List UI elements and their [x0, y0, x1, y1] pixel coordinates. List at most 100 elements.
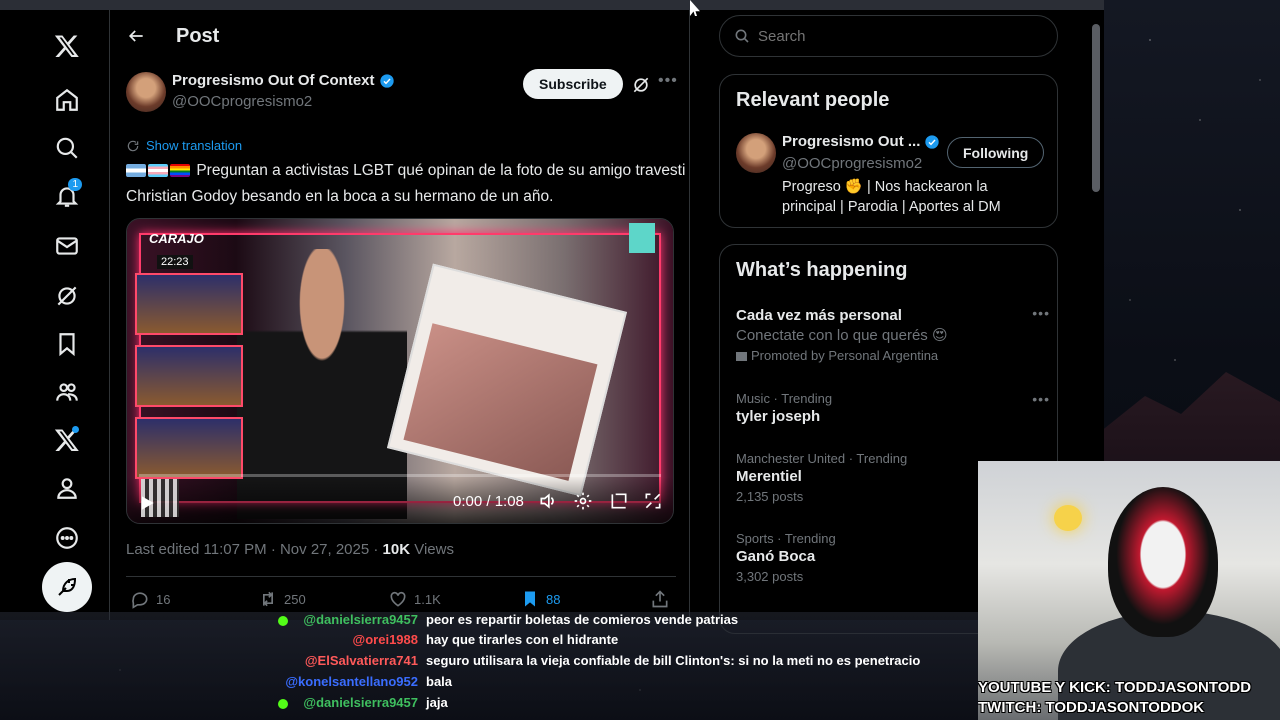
- post-column: Post Progresismo Out Of Context @OOCprog…: [110, 10, 690, 620]
- post-meta: Last edited 11:07 PM · Nov 27, 2025 · 10…: [126, 541, 454, 558]
- chat-username: @danielsierra9457: [303, 612, 418, 627]
- kick-badge-icon: [278, 616, 288, 626]
- show-translation-label: Show translation: [146, 138, 243, 153]
- subscribe-button[interactable]: Subscribe: [523, 69, 623, 99]
- more-dots-icon[interactable]: •••: [1032, 305, 1050, 321]
- video-progress-bar[interactable]: [139, 474, 661, 477]
- more-dots-icon[interactable]: •••: [1032, 391, 1050, 407]
- author-name-text: Progresismo Out Of Context: [172, 72, 375, 89]
- fullscreen-icon[interactable]: [643, 491, 663, 511]
- compose-post-button[interactable]: [42, 562, 92, 612]
- whats-happening-title: What’s happening: [736, 259, 908, 281]
- relevant-person-name[interactable]: Progresismo Out ...: [782, 133, 940, 150]
- back-arrow-icon[interactable]: [126, 26, 146, 46]
- explore-search-icon[interactable]: [42, 128, 92, 168]
- bookmark-filled-icon: [525, 591, 535, 607]
- flag-emojis: [126, 161, 192, 185]
- reply-button[interactable]: 16: [130, 589, 170, 609]
- pip-icon[interactable]: [609, 491, 629, 511]
- more-dots-icon[interactable]: •••: [658, 72, 678, 90]
- communities-icon[interactable]: [42, 372, 92, 412]
- premium-dot-indicator: [72, 426, 79, 433]
- settings-gear-icon[interactable]: [573, 491, 593, 511]
- video-watermark-logo: [629, 223, 655, 253]
- trend-name: tyler joseph: [736, 408, 821, 425]
- trend-category: Music · Trending: [736, 391, 833, 406]
- repost-icon: [263, 591, 273, 607]
- grok-icon[interactable]: [42, 276, 92, 316]
- video-brand-label: CARAJO: [149, 231, 204, 246]
- x-logo-icon[interactable]: [42, 26, 92, 66]
- notifications-bell-icon[interactable]: 1: [42, 176, 92, 216]
- chat-message: @orei1988 hay que tirarles con el hidran…: [0, 632, 978, 652]
- post-text: Preguntan a activistas LGBT qué opinan d…: [126, 159, 686, 209]
- messages-envelope-icon[interactable]: [42, 226, 92, 266]
- relevant-person-bio: Progreso ✊ | Nos hackearon la principal …: [782, 177, 1042, 217]
- author-name[interactable]: Progresismo Out Of Context: [172, 72, 395, 89]
- ad-icon: [736, 352, 747, 361]
- promo-subtitle: Conectate con lo que querés 😍: [736, 327, 948, 344]
- post-header: Post: [110, 10, 689, 62]
- page-title: Post: [176, 24, 220, 47]
- chat-text: jaja: [426, 695, 448, 710]
- show-translation-link[interactable]: Show translation: [126, 138, 242, 153]
- video-clock-label: 22:23: [157, 255, 193, 269]
- post-timestamp[interactable]: Last edited 11:07 PM · Nov 27, 2025 ·: [126, 541, 383, 558]
- more-options-icon[interactable]: [42, 518, 92, 558]
- streamer-webcam: YOUTUBE Y KICK: TODDJASONTODD TWITCH: TO…: [978, 461, 1280, 720]
- profile-icon[interactable]: [42, 468, 92, 508]
- video-thumbnail: [135, 345, 243, 407]
- views-count: 10K: [382, 541, 411, 558]
- premium-x-icon[interactable]: [42, 420, 92, 460]
- verified-badge-icon: [925, 134, 940, 149]
- reply-count: 16: [156, 591, 171, 607]
- chat-username: @orei1988: [352, 632, 418, 647]
- search-input[interactable]: [758, 27, 1038, 45]
- like-button[interactable]: 1.1K: [388, 589, 441, 609]
- share-upload-icon: [652, 590, 668, 608]
- relevant-people-title: Relevant people: [736, 89, 890, 111]
- fist-emoji-icon: ✊: [844, 179, 863, 195]
- views-label: Views: [410, 541, 454, 558]
- search-bar[interactable]: [719, 15, 1058, 57]
- trend-item[interactable]: Music · Trending tyler joseph •••: [736, 391, 1049, 425]
- play-icon[interactable]: [137, 493, 157, 513]
- author-handle[interactable]: @OOCprogresismo2: [172, 93, 312, 110]
- kick-badge-icon: [278, 699, 288, 709]
- verified-badge-icon: [379, 73, 394, 88]
- post-video[interactable]: CARAJO 22:23 0:00 / 1:08: [126, 218, 674, 524]
- bookmark-button[interactable]: 88: [520, 589, 560, 609]
- grok-explain-icon[interactable]: [631, 75, 651, 95]
- chat-username: @konelsantellano952: [285, 674, 418, 689]
- chat-username: @ElSalvatierra741: [304, 653, 418, 668]
- chat-message: @danielsierra9457 jaja: [0, 695, 978, 715]
- video-thumbnail: [135, 273, 243, 335]
- chat-message: @danielsierra9457 peor es repartir bolet…: [0, 612, 978, 632]
- like-count: 1.1K: [414, 591, 441, 607]
- following-button[interactable]: Following: [947, 137, 1045, 168]
- post-author: Progresismo Out Of Context @OOCprogresis…: [126, 69, 678, 112]
- volume-icon[interactable]: [538, 491, 558, 511]
- chat-text: hay que tirarles con el hidrante: [426, 632, 619, 647]
- promo-name: Cada vez más personal: [736, 307, 902, 324]
- author-avatar[interactable]: [126, 72, 166, 112]
- page-scrollbar[interactable]: [1092, 24, 1100, 192]
- bookmark-count: 88: [546, 591, 561, 607]
- chat-message: @ElSalvatierra741 seguro utilisara la vi…: [0, 653, 978, 673]
- translate-refresh-icon: [127, 140, 139, 151]
- relevant-person-avatar[interactable]: [736, 133, 776, 173]
- bookmarks-icon[interactable]: [42, 324, 92, 364]
- home-icon[interactable]: [42, 80, 92, 120]
- promoted-trend[interactable]: Cada vez más personal Conectate con lo q…: [736, 305, 1049, 363]
- search-icon: [735, 29, 749, 43]
- repost-button[interactable]: 250: [258, 589, 306, 609]
- heart-icon: [390, 591, 406, 607]
- chat-text: seguro utilisara la vieja confiable de b…: [426, 653, 921, 668]
- stream-chat-overlay: @danielsierra9457 peor es repartir bolet…: [0, 612, 978, 720]
- share-button[interactable]: [650, 589, 670, 609]
- post-text-content: Preguntan a activistas LGBT qué opinan d…: [126, 162, 686, 205]
- video-thumbnail: [135, 417, 243, 479]
- repost-count: 250: [284, 591, 306, 607]
- chat-text: bala: [426, 674, 453, 689]
- relevant-person-handle[interactable]: @OOCprogresismo2: [782, 155, 922, 172]
